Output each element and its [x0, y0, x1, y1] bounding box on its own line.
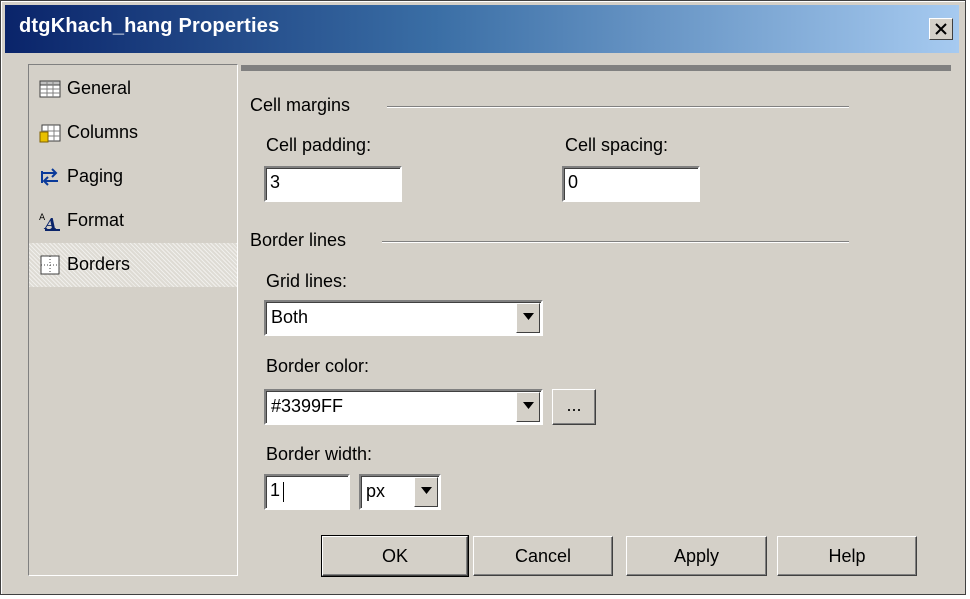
sidebar-item-label: General	[67, 78, 132, 98]
border-lines-divider	[382, 241, 849, 243]
border-color-dropdown-button[interactable]	[516, 392, 540, 422]
cell-spacing-label: Cell spacing:	[565, 135, 669, 155]
color-picker-button[interactable]: ...	[552, 389, 596, 425]
border-color-select[interactable]: #3399FF	[264, 389, 543, 425]
border-lines-heading: Border lines	[250, 230, 347, 250]
cell-margins-heading: Cell margins	[250, 95, 351, 115]
sidebar-item-borders[interactable]: Borders	[29, 243, 237, 287]
grid-lines-dropdown-button[interactable]	[516, 303, 540, 333]
color-picker-label: ...	[566, 395, 582, 415]
title-bar[interactable]: dtgKhach_hang Properties	[5, 5, 959, 53]
border-width-unit-value: px	[366, 481, 386, 501]
help-button[interactable]: Help	[777, 536, 917, 576]
sidebar-item-paging[interactable]: Paging	[29, 155, 237, 199]
border-color-label: Border color:	[266, 356, 370, 376]
close-button[interactable]	[929, 18, 953, 40]
ok-button[interactable]: OK	[321, 535, 469, 577]
cancel-button[interactable]: Cancel	[473, 536, 613, 576]
window-title: dtgKhach_hang Properties	[19, 15, 280, 37]
border-color-value: #3399FF	[271, 396, 344, 416]
cell-margins-divider	[387, 106, 849, 108]
apply-button[interactable]: Apply	[626, 536, 767, 576]
sidebar-item-format[interactable]: A A Format	[29, 199, 237, 243]
paging-arrows-icon	[41, 168, 58, 186]
close-icon	[935, 23, 947, 35]
border-width-unit-select[interactable]: px	[359, 474, 441, 510]
apply-label: Apply	[673, 546, 720, 566]
border-width-input[interactable]: 1	[264, 474, 350, 510]
unit-dropdown-button[interactable]	[414, 477, 438, 507]
sidebar-item-general[interactable]: General	[29, 67, 237, 111]
sidebar-item-columns[interactable]: Columns	[29, 111, 237, 155]
cell-padding-input[interactable]: 3	[264, 166, 402, 202]
text-caret	[283, 482, 284, 502]
cell-spacing-input[interactable]: 0	[562, 166, 700, 202]
sidebar: General Columns Paging A A Format Border…	[28, 64, 238, 576]
chevron-down-icon	[523, 402, 534, 409]
grid-lines-select[interactable]: Both	[264, 300, 543, 336]
cell-padding-label: Cell padding:	[266, 135, 372, 155]
cancel-label: Cancel	[514, 546, 572, 566]
columns-icon	[39, 124, 61, 143]
chevron-down-icon	[523, 313, 534, 320]
grid-lines-value: Both	[271, 307, 309, 327]
border-width-label: Border width:	[266, 444, 373, 464]
sidebar-item-label: Format	[67, 210, 125, 230]
help-label: Help	[828, 546, 866, 566]
sidebar-item-label: Paging	[67, 166, 124, 186]
sidebar-item-label: Borders	[67, 254, 131, 274]
grid-icon	[39, 80, 61, 98]
ok-label: OK	[381, 546, 408, 566]
borders-icon	[40, 255, 60, 275]
chevron-down-icon	[421, 487, 432, 494]
format-font-icon: A A	[39, 213, 60, 231]
header-divider-bar	[241, 65, 951, 71]
sidebar-item-label: Columns	[67, 122, 139, 142]
properties-dialog: dtgKhach_hang Properties General Columns	[0, 0, 966, 595]
grid-lines-label: Grid lines:	[266, 271, 348, 291]
svg-text:A: A	[43, 215, 57, 231]
